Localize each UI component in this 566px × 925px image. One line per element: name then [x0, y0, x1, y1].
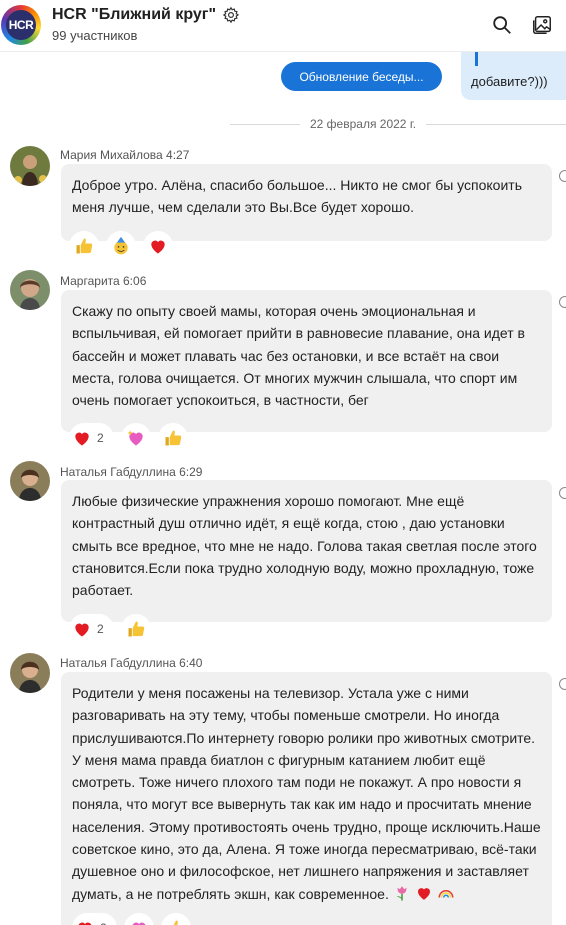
- message-author-time: Маргарита 6:06: [60, 274, 147, 288]
- reaction-sparkling-heart[interactable]: [123, 912, 154, 925]
- heart-icon: [75, 623, 89, 637]
- reaction-heart[interactable]: 2: [72, 912, 117, 925]
- more-icon[interactable]: [559, 296, 566, 308]
- chat-title[interactable]: HCR "Ближний круг": [52, 6, 240, 24]
- reaction-sparkling-heart[interactable]: [120, 423, 151, 453]
- reaction-bar: 2: [69, 614, 151, 644]
- thumbs-up-icon: [128, 621, 144, 637]
- more-icon[interactable]: [559, 678, 566, 690]
- divider: [230, 123, 300, 125]
- group-logo-text: HCR: [6, 10, 36, 40]
- reaction-thumbs-up[interactable]: [157, 423, 188, 453]
- reaction-count: 2: [97, 622, 104, 636]
- message-text: Любые физические упражнения хорошо помог…: [72, 493, 537, 599]
- sparkling-heart-icon: [132, 922, 146, 925]
- chat-title-text: HCR "Ближний круг": [52, 6, 217, 23]
- conversation-update-button[interactable]: Обновление беседы...: [281, 62, 442, 91]
- reaction-thumbs-up[interactable]: [160, 912, 191, 925]
- reaction-heart[interactable]: [143, 231, 173, 261]
- thumbs-up-icon: [165, 430, 181, 446]
- member-count: 99 участников: [52, 28, 138, 43]
- message-text-body: Родители у меня посажены на телевизор. У…: [72, 685, 541, 902]
- avatar[interactable]: [10, 461, 50, 501]
- chat-header: HCR HCR "Ближний круг" 99 участников: [0, 0, 566, 52]
- reaction-count: 2: [97, 431, 104, 445]
- search-icon[interactable]: [491, 14, 513, 36]
- reaction-bar: [69, 231, 173, 261]
- reaction-heart[interactable]: 2: [69, 614, 114, 644]
- message-author-time: Наталья Габдуллина 6:40: [60, 656, 203, 670]
- party-face-icon: [114, 236, 128, 255]
- group-avatar[interactable]: HCR: [1, 5, 41, 45]
- message-text: Доброе утро. Алёна, спасибо большое... Н…: [72, 177, 522, 216]
- heart-icon: [417, 887, 430, 900]
- message-author-time: Наталья Габдуллина 6:29: [60, 465, 203, 479]
- rainbow-icon: [438, 889, 454, 898]
- avatar[interactable]: [10, 653, 50, 693]
- date-label: 22 февраля 2022 г.: [310, 117, 417, 131]
- heart-icon: [75, 432, 89, 446]
- tulip-icon: [396, 885, 407, 901]
- avatar[interactable]: [10, 146, 50, 186]
- previous-message-bubble: добавите?))): [461, 52, 566, 100]
- sparkling-heart-icon: [127, 430, 143, 446]
- reaction-heart[interactable]: 2: [69, 423, 114, 453]
- heart-icon: [78, 922, 92, 925]
- message-author-time: Мария Михайлова 4:27: [60, 148, 190, 162]
- message-bubble[interactable]: Любые физические упражнения хорошо помог…: [61, 480, 552, 622]
- reaction-thumbs-up[interactable]: [69, 231, 99, 261]
- gallery-icon[interactable]: [531, 14, 553, 36]
- message-bubble[interactable]: Скажу по опыту своей мамы, которая очень…: [61, 290, 552, 432]
- divider: [426, 123, 566, 125]
- message-text: Родители у меня посажены на телевизор. У…: [72, 682, 541, 905]
- more-icon[interactable]: [559, 170, 566, 182]
- reaction-bar: 2: [69, 423, 188, 453]
- reaction-bar: 2: [72, 912, 541, 925]
- more-icon[interactable]: [559, 487, 566, 499]
- reaction-thumbs-up[interactable]: [120, 614, 151, 644]
- message-text: Скажу по опыту своей мамы, которая очень…: [72, 303, 525, 409]
- thumbs-up-icon: [76, 238, 93, 254]
- gear-icon[interactable]: [222, 6, 240, 24]
- thumbs-up-icon: [173, 920, 178, 925]
- date-separator: 22 февраля 2022 г.: [230, 114, 566, 134]
- previous-message-text: добавите?))): [471, 74, 548, 89]
- avatar[interactable]: [10, 270, 50, 310]
- reaction-count: 2: [100, 921, 107, 925]
- heart-icon: [151, 240, 165, 254]
- message-bubble[interactable]: Родители у меня посажены на телевизор. У…: [61, 672, 552, 925]
- message-bubble[interactable]: Доброе утро. Алёна, спасибо большое... Н…: [61, 164, 552, 241]
- reaction-party[interactable]: [106, 231, 136, 261]
